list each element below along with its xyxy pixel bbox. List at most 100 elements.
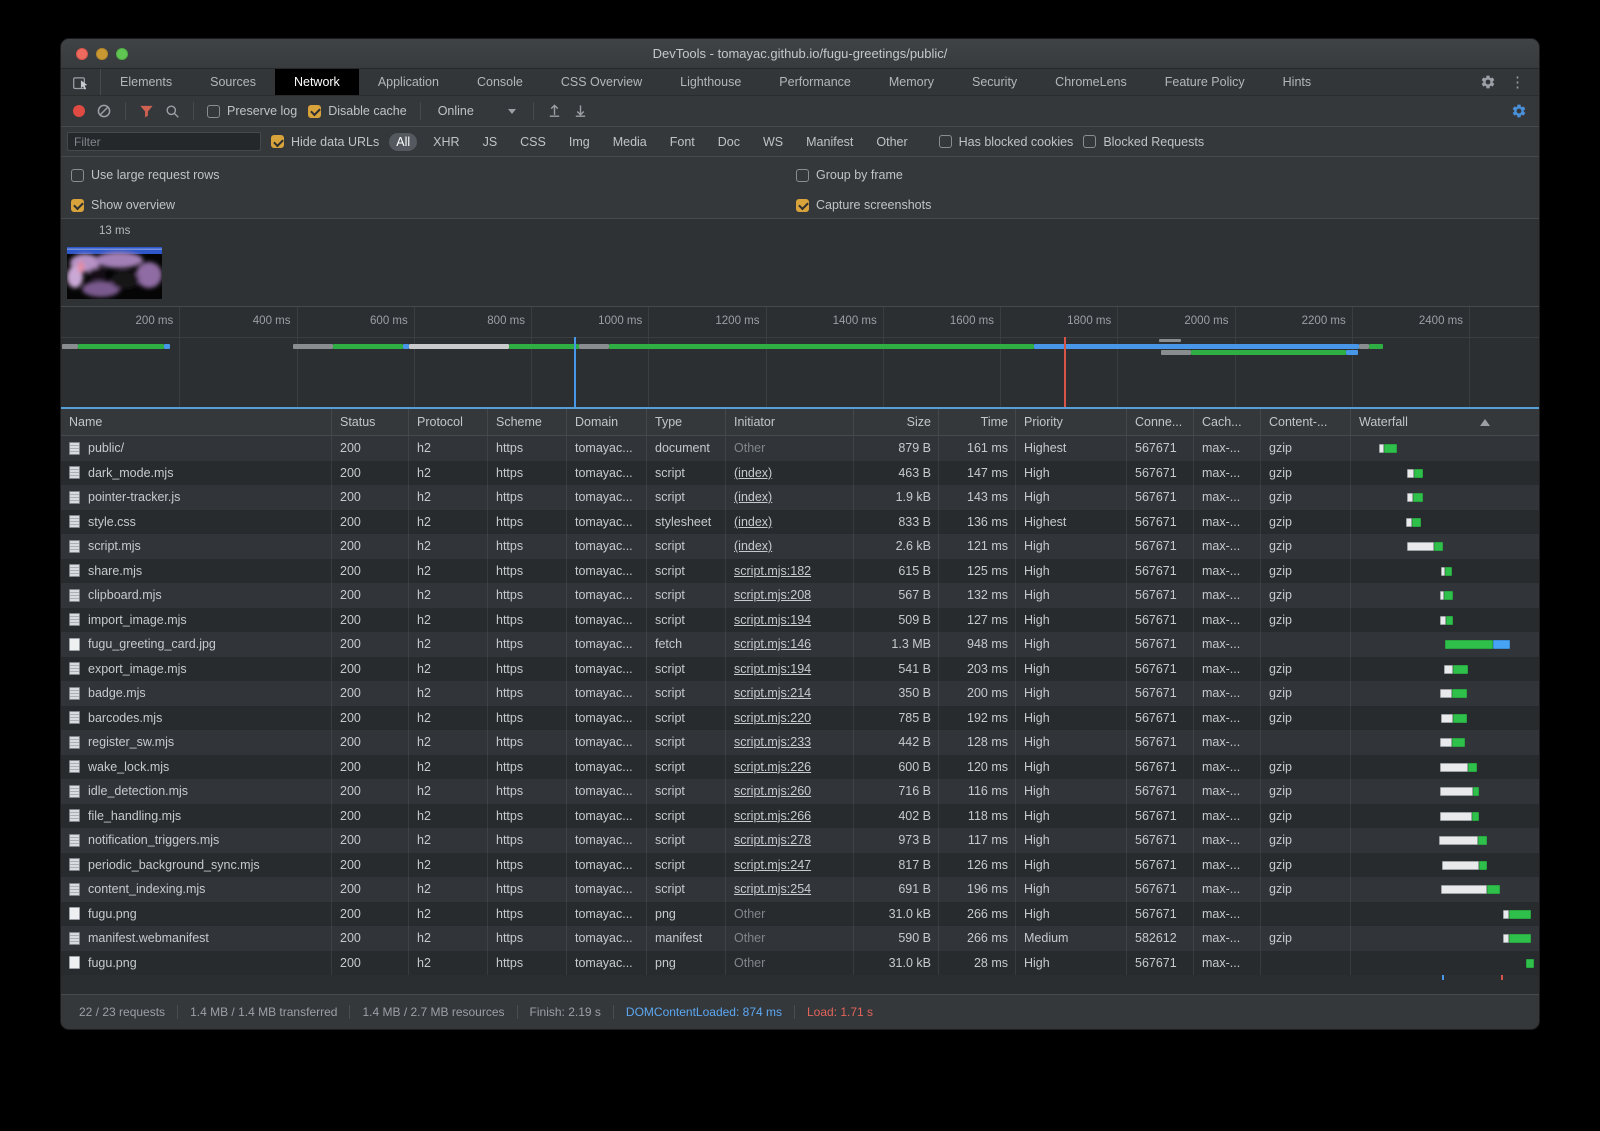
network-overview-timeline[interactable]: 200 ms400 ms600 ms800 ms1000 ms1200 ms14… — [61, 307, 1539, 407]
column-header-cach[interactable]: Cach... — [1194, 409, 1261, 435]
initiator-link[interactable]: script.mjs:233 — [734, 735, 811, 749]
column-header-protocol[interactable]: Protocol — [409, 409, 488, 435]
tab-hints[interactable]: Hints — [1264, 69, 1330, 95]
request-row-public-0[interactable]: public/200h2httpstomayac...documentOther… — [61, 436, 1539, 461]
blocked-requests-checkbox-box[interactable] — [1083, 135, 1096, 148]
request-row-dark-mode-mjs-1[interactable]: dark_mode.mjs200h2httpstomayac...script(… — [61, 461, 1539, 486]
filter-type-ws[interactable]: WS — [756, 133, 790, 151]
use-large-request-rows-checkbox[interactable]: Use large request rows — [71, 168, 220, 182]
initiator-link[interactable]: script.mjs:266 — [734, 809, 811, 823]
minimize-window-button[interactable] — [96, 48, 108, 60]
request-row-pointer-tracker-js-2[interactable]: pointer-tracker.js200h2httpstomayac...sc… — [61, 485, 1539, 510]
request-row-style-css-3[interactable]: style.css200h2httpstomayac...stylesheet(… — [61, 510, 1539, 535]
network-settings-gear-icon[interactable] — [1511, 103, 1527, 119]
initiator-link[interactable]: script.mjs:278 — [734, 833, 811, 847]
column-header-content[interactable]: Content-... — [1261, 409, 1351, 435]
request-row-content-indexing-mjs-18[interactable]: content_indexing.mjs200h2httpstomayac...… — [61, 877, 1539, 902]
column-header-priority[interactable]: Priority — [1016, 409, 1127, 435]
request-row-fugu-greeting-card-jpg-8[interactable]: fugu_greeting_card.jpg200h2httpstomayac.… — [61, 632, 1539, 657]
filter-type-doc[interactable]: Doc — [711, 133, 747, 151]
tab-feature-policy[interactable]: Feature Policy — [1146, 69, 1264, 95]
tab-performance[interactable]: Performance — [760, 69, 870, 95]
initiator-link[interactable]: script.mjs:214 — [734, 686, 811, 700]
column-header-conne[interactable]: Conne... — [1127, 409, 1194, 435]
filter-input[interactable] — [67, 132, 261, 151]
disable-cache-checkbox-box[interactable] — [308, 105, 321, 118]
initiator-link[interactable]: script.mjs:220 — [734, 711, 811, 725]
request-row-barcodes-mjs-11[interactable]: barcodes.mjs200h2httpstomayac...scriptsc… — [61, 706, 1539, 731]
tab-sources[interactable]: Sources — [191, 69, 275, 95]
preserve-log-checkbox[interactable]: Preserve log — [207, 104, 297, 118]
filter-type-other[interactable]: Other — [869, 133, 914, 151]
show-overview-box[interactable] — [71, 199, 84, 212]
column-header-type[interactable]: Type — [647, 409, 726, 435]
tab-chromelens[interactable]: ChromeLens — [1036, 69, 1146, 95]
request-row-manifest-webmanifest-20[interactable]: manifest.webmanifest200h2httpstomayac...… — [61, 926, 1539, 951]
initiator-link[interactable]: script.mjs:254 — [734, 882, 811, 896]
clear-network-log-icon[interactable] — [96, 103, 112, 119]
tab-elements[interactable]: Elements — [101, 69, 191, 95]
column-header-waterfall[interactable]: Waterfall — [1351, 409, 1539, 435]
tab-memory[interactable]: Memory — [870, 69, 953, 95]
tab-console[interactable]: Console — [458, 69, 542, 95]
filter-type-all[interactable]: All — [389, 133, 417, 151]
column-header-domain[interactable]: Domain — [567, 409, 647, 435]
has-blocked-cookies-checkbox[interactable]: Has blocked cookies — [939, 135, 1074, 149]
group-by-frame-checkbox[interactable]: Group by frame — [796, 168, 903, 182]
column-header-initiator[interactable]: Initiator — [726, 409, 854, 435]
tab-css-overview[interactable]: CSS Overview — [542, 69, 661, 95]
request-row-wake-lock-mjs-13[interactable]: wake_lock.mjs200h2httpstomayac...scripts… — [61, 755, 1539, 780]
initiator-link[interactable]: script.mjs:194 — [734, 662, 811, 676]
request-row-import-image-mjs-7[interactable]: import_image.mjs200h2httpstomayac...scri… — [61, 608, 1539, 633]
column-header-size[interactable]: Size — [854, 409, 939, 435]
filter-funnel-icon[interactable] — [139, 104, 154, 119]
request-row-fugu-png-19[interactable]: fugu.png200h2httpstomayac...pngOther31.0… — [61, 902, 1539, 927]
capture-screenshots-box[interactable] — [796, 199, 809, 212]
request-row-share-mjs-5[interactable]: share.mjs200h2httpstomayac...scriptscrip… — [61, 559, 1539, 584]
record-network-log-button[interactable] — [73, 105, 85, 117]
tab-network[interactable]: Network — [275, 69, 359, 95]
throttling-dropdown[interactable]: Online — [434, 104, 520, 118]
settings-gear-icon[interactable] — [1480, 74, 1496, 90]
use-large-request-rows-box[interactable] — [71, 169, 84, 182]
initiator-link[interactable]: (index) — [734, 466, 772, 480]
initiator-link[interactable]: (index) — [734, 515, 772, 529]
tab-lighthouse[interactable]: Lighthouse — [661, 69, 760, 95]
filter-type-xhr[interactable]: XHR — [426, 133, 466, 151]
initiator-link[interactable]: script.mjs:226 — [734, 760, 811, 774]
disable-cache-checkbox[interactable]: Disable cache — [308, 104, 407, 118]
initiator-link[interactable]: script.mjs:247 — [734, 858, 811, 872]
filter-type-manifest[interactable]: Manifest — [799, 133, 860, 151]
initiator-link[interactable]: script.mjs:146 — [734, 637, 811, 651]
has-blocked-cookies-checkbox-box[interactable] — [939, 135, 952, 148]
request-row-badge-mjs-10[interactable]: badge.mjs200h2httpstomayac...scriptscrip… — [61, 681, 1539, 706]
export-har-icon[interactable] — [573, 103, 588, 119]
initiator-link[interactable]: script.mjs:260 — [734, 784, 811, 798]
request-row-periodic-background-sync-mjs-17[interactable]: periodic_background_sync.mjs200h2httpsto… — [61, 853, 1539, 878]
search-icon[interactable] — [165, 104, 180, 119]
inspect-element-button[interactable] — [61, 69, 101, 95]
filter-type-css[interactable]: CSS — [513, 133, 553, 151]
fullscreen-window-button[interactable] — [116, 48, 128, 60]
show-overview-checkbox[interactable]: Show overview — [71, 198, 175, 212]
initiator-link[interactable]: (index) — [734, 490, 772, 504]
request-row-register-sw-mjs-12[interactable]: register_sw.mjs200h2httpstomayac...scrip… — [61, 730, 1539, 755]
request-row-file-handling-mjs-15[interactable]: file_handling.mjs200h2httpstomayac...scr… — [61, 804, 1539, 829]
more-options-kebab-icon[interactable]: ⋮ — [1510, 75, 1525, 90]
hide-data-urls-checkbox[interactable]: Hide data URLs — [271, 135, 379, 149]
request-row-export-image-mjs-9[interactable]: export_image.mjs200h2httpstomayac...scri… — [61, 657, 1539, 682]
close-window-button[interactable] — [76, 48, 88, 60]
tab-application[interactable]: Application — [359, 69, 458, 95]
request-row-script-mjs-4[interactable]: script.mjs200h2httpstomayac...script(ind… — [61, 534, 1539, 559]
request-row-clipboard-mjs-6[interactable]: clipboard.mjs200h2httpstomayac...scripts… — [61, 583, 1539, 608]
request-row-idle-detection-mjs-14[interactable]: idle_detection.mjs200h2httpstomayac...sc… — [61, 779, 1539, 804]
filter-type-media[interactable]: Media — [606, 133, 654, 151]
tab-security[interactable]: Security — [953, 69, 1036, 95]
initiator-link[interactable]: script.mjs:194 — [734, 613, 811, 627]
column-header-scheme[interactable]: Scheme — [488, 409, 567, 435]
filter-type-js[interactable]: JS — [476, 133, 505, 151]
request-row-fugu-png-21[interactable]: fugu.png200h2httpstomayac...pngOther31.0… — [61, 951, 1539, 976]
column-header-name[interactable]: Name — [61, 409, 332, 435]
capture-screenshots-checkbox[interactable]: Capture screenshots — [796, 198, 931, 212]
group-by-frame-box[interactable] — [796, 169, 809, 182]
